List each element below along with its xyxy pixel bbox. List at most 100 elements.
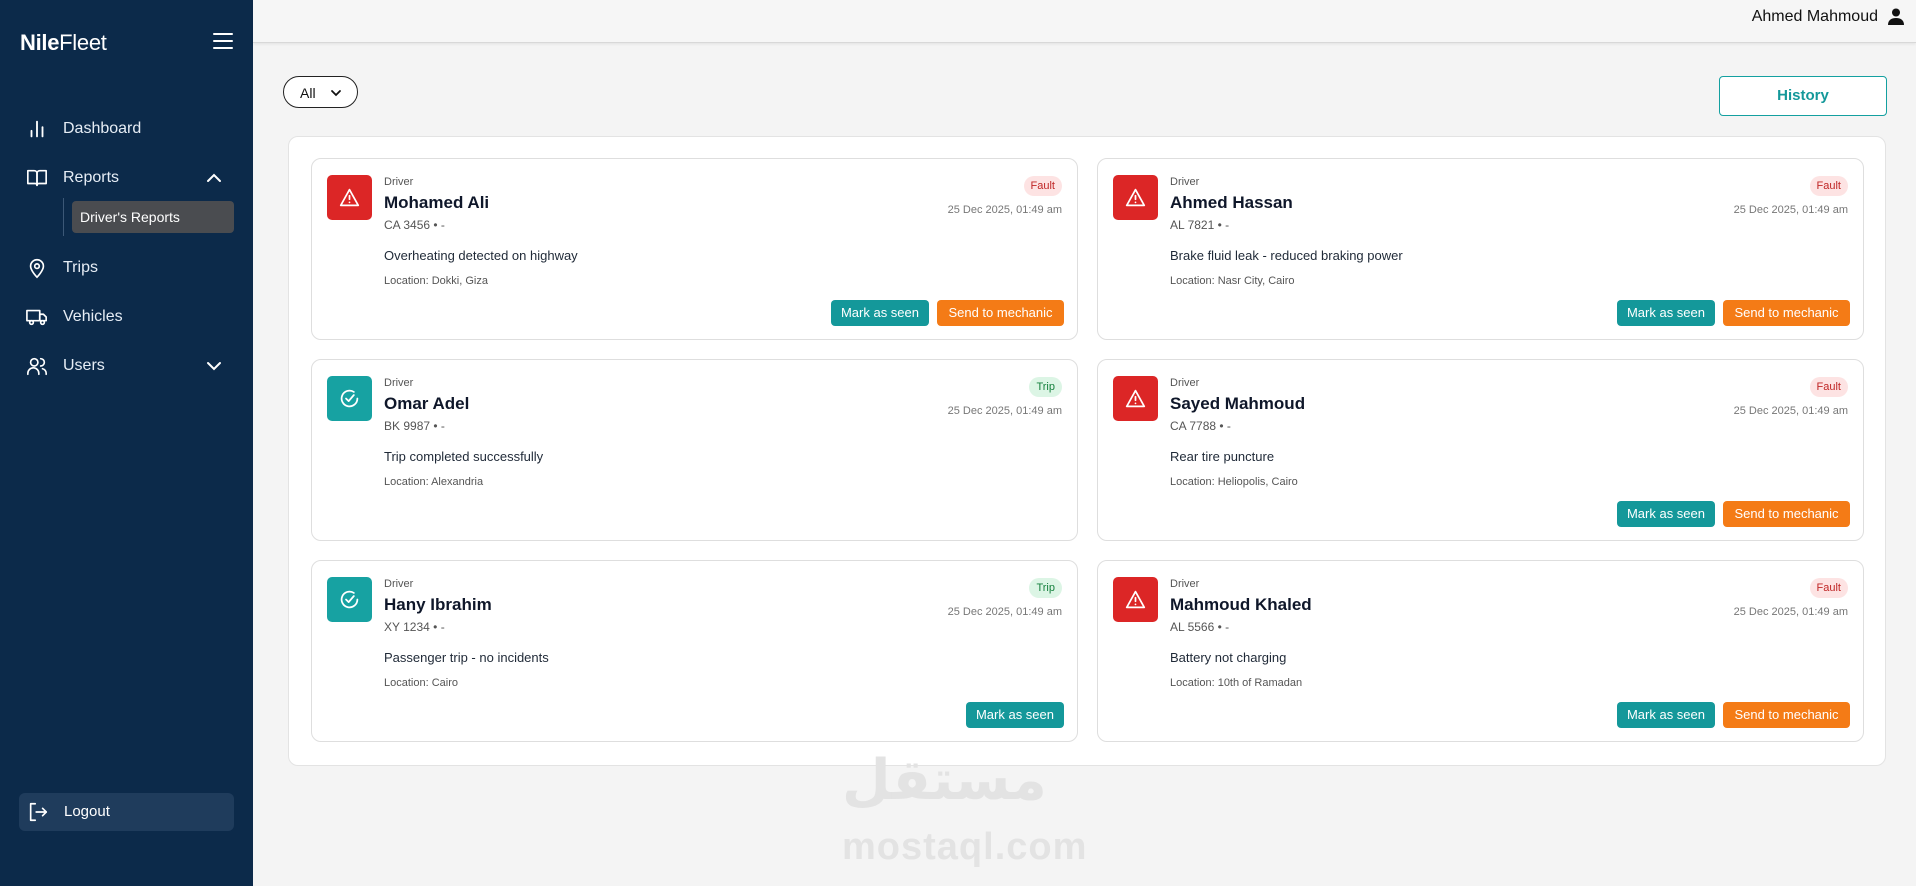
- report-role: Driver: [1170, 377, 1200, 389]
- vehicle-plate: BK 9987 • -: [384, 419, 445, 433]
- filter-select[interactable]: All: [283, 76, 358, 108]
- report-location: Location: Heliopolis, Cairo: [1170, 476, 1298, 488]
- report-role: Driver: [384, 377, 414, 389]
- menu-toggle-icon[interactable]: [213, 33, 233, 49]
- watermark-arabic: مستقل: [842, 748, 1047, 813]
- report-description: Brake fluid leak - reduced braking power: [1170, 248, 1403, 263]
- mark-as-seen-button[interactable]: Mark as seen: [1617, 501, 1715, 527]
- send-to-mechanic-button[interactable]: Send to mechanic: [1723, 300, 1850, 326]
- report-card: Driver Mahmoud Khaled AL 5566 • - Batter…: [1097, 560, 1864, 742]
- report-date: 25 Dec 2025, 01:49 am: [947, 204, 1062, 216]
- logout-label: Logout: [64, 803, 110, 820]
- sidebar-item-trips[interactable]: Trips: [0, 246, 253, 290]
- report-description: Overheating detected on highway: [384, 248, 578, 263]
- report-location: Location: Alexandria: [384, 476, 484, 488]
- report-role: Driver: [384, 578, 414, 590]
- trip-badge: [327, 577, 372, 622]
- sidebar-subitem-drivers-reports[interactable]: Driver's Reports: [72, 201, 234, 233]
- report-date: 25 Dec 2025, 01:49 am: [1733, 606, 1848, 618]
- status-badge: Trip: [1029, 578, 1062, 598]
- sidebar-item-label: Users: [63, 357, 105, 374]
- reports-panel: Driver Mohamed Ali CA 3456 • - Overheati…: [288, 136, 1886, 766]
- status-badge: Fault: [1809, 578, 1848, 598]
- chevron-down-icon: [331, 90, 341, 97]
- send-to-mechanic-button[interactable]: Send to mechanic: [1723, 702, 1850, 728]
- sidebar-item-dashboard[interactable]: Dashboard: [0, 107, 253, 151]
- check-circle-icon: [340, 389, 359, 408]
- driver-name: Mohamed Ali: [384, 193, 490, 212]
- report-card: Driver Mohamed Ali CA 3456 • - Overheati…: [311, 158, 1078, 340]
- report-role: Driver: [1170, 176, 1200, 188]
- report-location: Location: Nasr City, Cairo: [1170, 275, 1295, 287]
- status-badge: Fault: [1023, 176, 1062, 196]
- submenu-rail: [63, 198, 64, 236]
- vehicle-plate: CA 7788 • -: [1170, 419, 1231, 433]
- report-date: 25 Dec 2025, 01:49 am: [947, 405, 1062, 417]
- warning-icon: [1125, 188, 1146, 207]
- users-icon: [27, 357, 47, 376]
- trip-badge: [327, 376, 372, 421]
- sidebar-item-users[interactable]: Users: [0, 344, 253, 388]
- status-badge: Fault: [1809, 176, 1848, 196]
- driver-name: Hany Ibrahim: [384, 595, 492, 614]
- sidebar-item-vehicles[interactable]: Vehicles: [0, 295, 253, 339]
- report-date: 25 Dec 2025, 01:49 am: [1733, 405, 1848, 417]
- report-card: Driver Sayed Mahmoud CA 7788 • - Rear ti…: [1097, 359, 1864, 541]
- watermark-latin: mostaql.com: [842, 826, 1088, 868]
- report-card: Driver Hany Ibrahim XY 1234 • - Passenge…: [311, 560, 1078, 742]
- report-date: 25 Dec 2025, 01:49 am: [1733, 204, 1848, 216]
- status-badge: Fault: [1809, 377, 1848, 397]
- driver-name: Omar Adel: [384, 394, 470, 413]
- map-pin-icon: [29, 258, 45, 279]
- chevron-up-icon[interactable]: [206, 170, 222, 186]
- mark-as-seen-button[interactable]: Mark as seen: [966, 702, 1064, 728]
- driver-name: Mahmoud Khaled: [1170, 595, 1312, 614]
- sidebar-item-label: Vehicles: [63, 308, 123, 325]
- fault-badge: [327, 175, 372, 220]
- status-badge: Trip: [1029, 377, 1062, 397]
- report-location: Location: Cairo: [384, 677, 458, 689]
- send-to-mechanic-button[interactable]: Send to mechanic: [937, 300, 1064, 326]
- mark-as-seen-button[interactable]: Mark as seen: [1617, 702, 1715, 728]
- bar-chart-icon: [30, 120, 44, 138]
- book-icon: [27, 169, 47, 187]
- report-description: Battery not charging: [1170, 650, 1287, 665]
- report-card: Driver Omar Adel BK 9987 • - Trip comple…: [311, 359, 1078, 541]
- driver-name: Sayed Mahmoud: [1170, 394, 1306, 413]
- warning-icon: [1125, 389, 1146, 408]
- driver-name: Ahmed Hassan: [1170, 193, 1293, 212]
- report-date: 25 Dec 2025, 01:49 am: [947, 606, 1062, 618]
- sidebar-item-label: Trips: [63, 259, 98, 276]
- check-circle-icon: [340, 590, 359, 609]
- vehicle-plate: CA 3456 • -: [384, 218, 445, 232]
- report-role: Driver: [384, 176, 414, 188]
- sidebar: NileFleet Dashboard Reports Driver's Rep…: [0, 0, 253, 886]
- fault-badge: [1113, 376, 1158, 421]
- report-description: Trip completed successfully: [384, 449, 544, 464]
- fault-badge: [1113, 577, 1158, 622]
- warning-icon: [1125, 590, 1146, 609]
- mark-as-seen-button[interactable]: Mark as seen: [1617, 300, 1715, 326]
- truck-icon: [26, 309, 47, 326]
- mark-as-seen-button[interactable]: Mark as seen: [831, 300, 929, 326]
- report-location: Location: Dokki, Giza: [384, 275, 488, 287]
- history-button[interactable]: History: [1719, 76, 1887, 116]
- vehicle-plate: XY 1234 • -: [384, 620, 445, 634]
- logout-button[interactable]: Logout: [19, 793, 234, 831]
- user-name[interactable]: Ahmed Mahmoud: [1752, 8, 1878, 26]
- sidebar-item-label: Reports: [63, 169, 120, 186]
- chevron-down-icon[interactable]: [206, 358, 222, 374]
- logout-icon: [29, 802, 48, 822]
- report-card: Driver Ahmed Hassan AL 7821 • - Brake fl…: [1097, 158, 1864, 340]
- top-bar: Ahmed Mahmoud: [253, 0, 1916, 43]
- vehicle-plate: AL 5566 • -: [1170, 620, 1230, 634]
- user-icon[interactable]: [1888, 8, 1904, 25]
- brand-logo[interactable]: NileFleet: [20, 30, 107, 56]
- filter-value: All: [300, 85, 316, 101]
- sidebar-item-label: Dashboard: [63, 120, 142, 137]
- report-description: Passenger trip - no incidents: [384, 650, 549, 665]
- report-role: Driver: [1170, 578, 1200, 590]
- report-description: Rear tire puncture: [1170, 449, 1275, 464]
- send-to-mechanic-button[interactable]: Send to mechanic: [1723, 501, 1850, 527]
- sidebar-item-reports[interactable]: Reports: [0, 156, 253, 200]
